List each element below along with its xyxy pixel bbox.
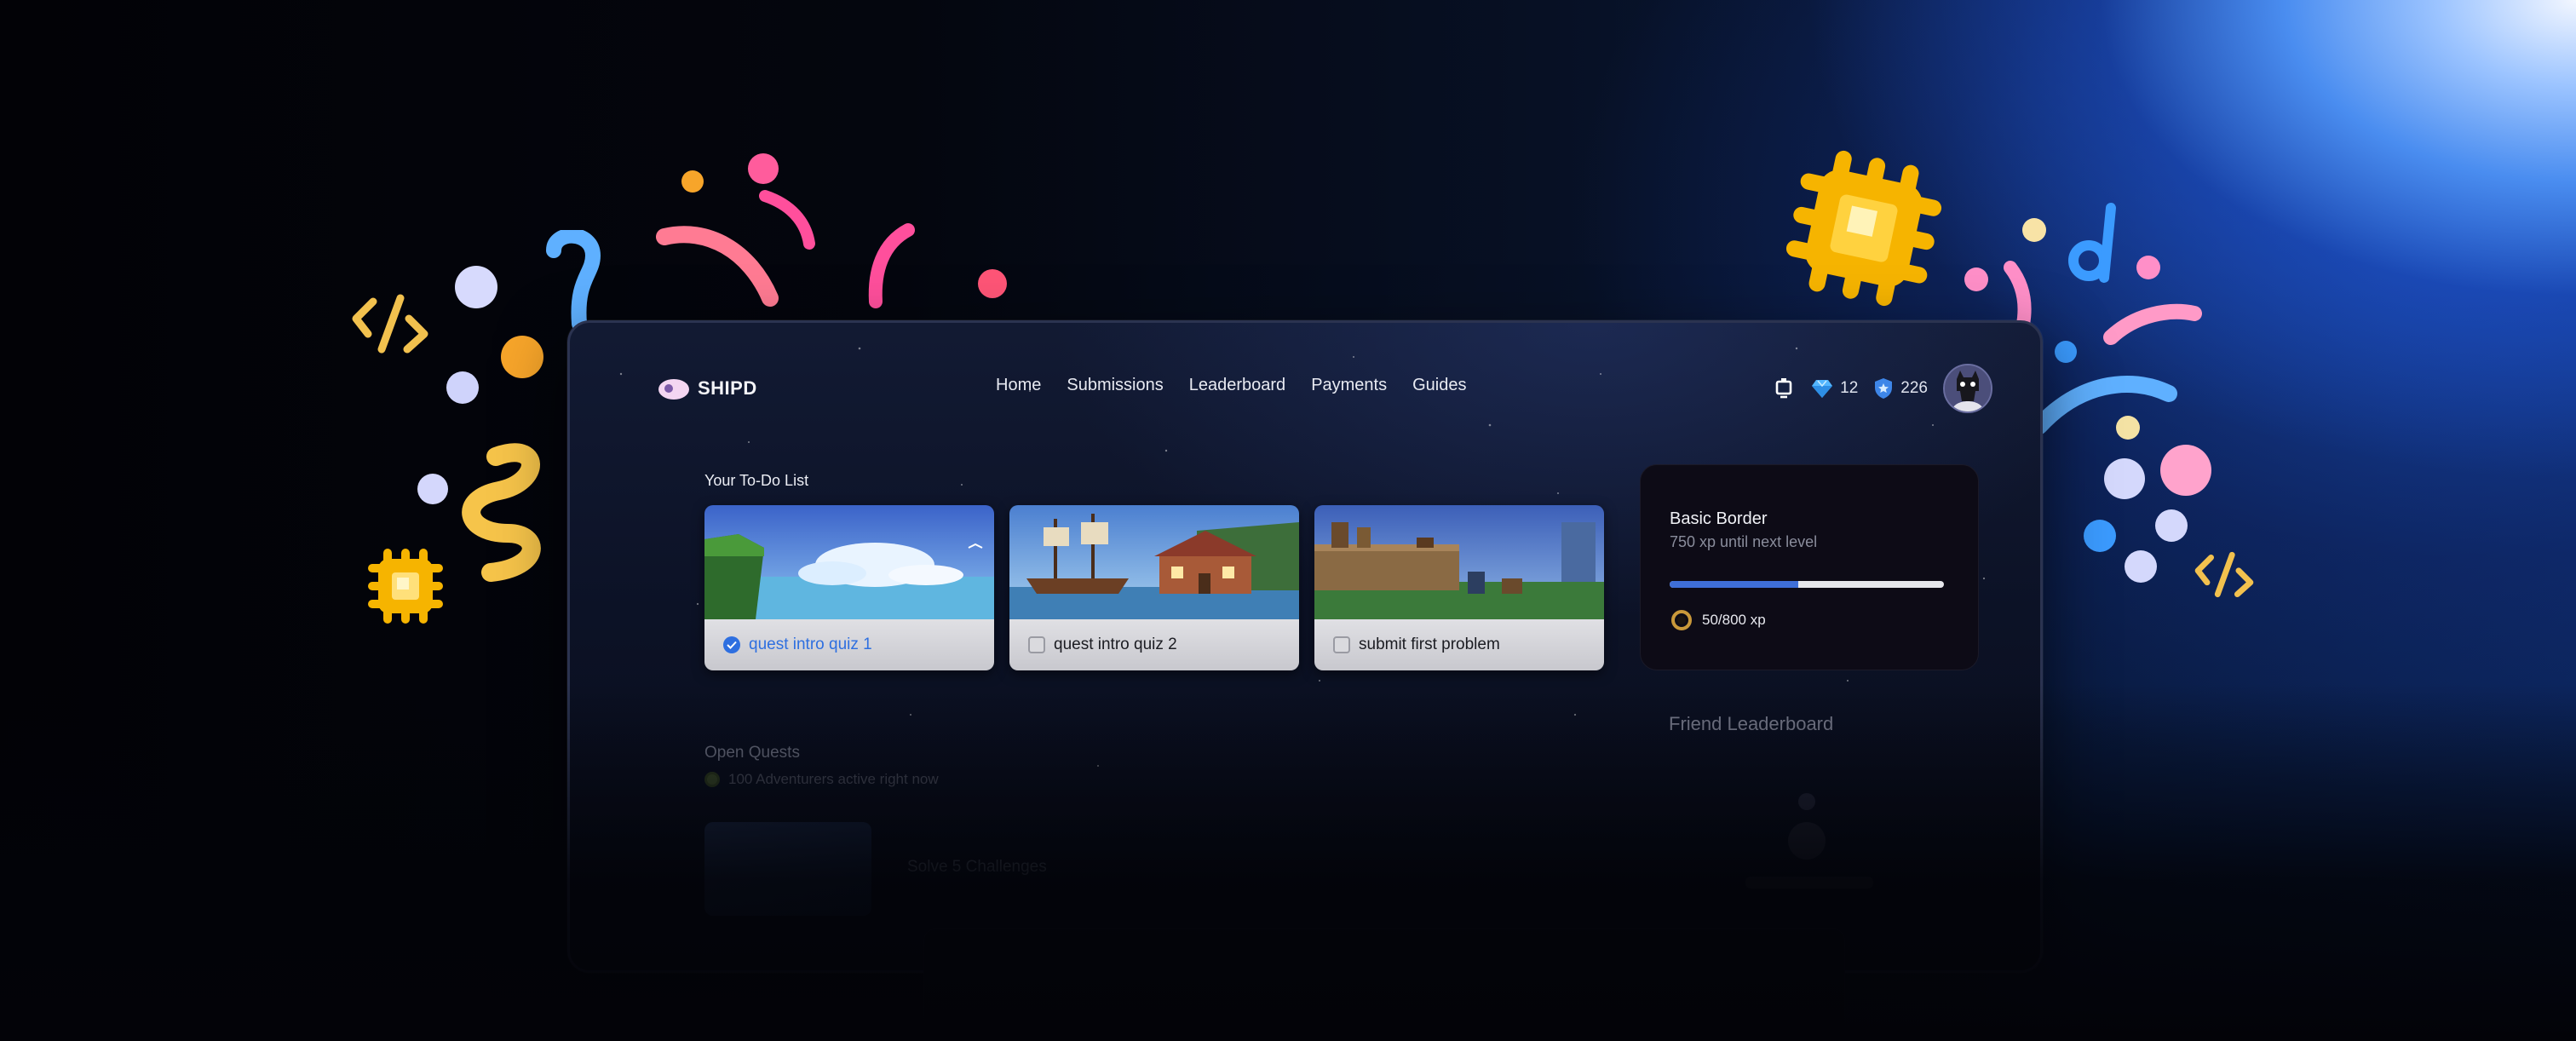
sky-island-art	[704, 505, 994, 619]
todo-list: quest intro quiz 1 quest intro quiz 2 su…	[704, 505, 1604, 670]
active-adventurers: 100 Adventurers active right now	[704, 771, 939, 788]
todo-label: quest intro quiz 1	[749, 636, 872, 653]
confetti-dot	[978, 269, 1007, 298]
confetti-squiggle	[462, 443, 541, 582]
confetti-dot	[2022, 218, 2046, 242]
app-window: SHIPD Home Submissions Leaderboard Payme…	[567, 320, 2043, 973]
xp-readout: 50/800 xp	[1670, 608, 1766, 632]
notification-icon[interactable]	[1772, 377, 1796, 400]
gems-stat[interactable]: 12	[1811, 378, 1858, 399]
confetti-dot	[501, 336, 543, 378]
check-icon[interactable]	[723, 636, 740, 653]
confetti-hook	[546, 230, 601, 331]
code-icon	[352, 294, 428, 354]
friend-name-placeholder	[1745, 877, 1873, 889]
confetti-dot	[446, 371, 479, 404]
gems-count: 12	[1840, 379, 1859, 397]
brand-logo[interactable]: SHIPD	[657, 376, 757, 401]
todo-card[interactable]: submit first problem	[1314, 505, 1604, 670]
active-dot-icon	[704, 772, 720, 787]
xp-progress-fill	[1670, 581, 1799, 588]
dock-art	[1314, 505, 1604, 619]
friend-rank-badge	[1798, 793, 1815, 810]
confetti-dot	[417, 474, 448, 504]
confetti-dot	[2104, 458, 2145, 499]
todo-card[interactable]: quest intro quiz 2	[1009, 505, 1299, 670]
gem-icon	[1812, 380, 1833, 398]
open-quests-title: Open Quests	[704, 744, 800, 762]
shield-icon	[1875, 378, 1893, 399]
todo-card[interactable]: quest intro quiz 1	[704, 505, 994, 670]
friend-avatar[interactable]	[1788, 822, 1826, 860]
todo-label: submit first problem	[1359, 636, 1500, 653]
friend-leaderboard-title: Friend Leaderboard	[1669, 713, 1834, 734]
confetti-arc	[868, 223, 915, 308]
quest-title[interactable]: Solve 5 Challenges	[907, 858, 1047, 877]
confetti-dot	[2125, 550, 2157, 583]
user-avatar[interactable]	[1943, 364, 1992, 413]
confetti-arc	[2103, 303, 2202, 345]
avatar-illustration	[1945, 365, 1991, 411]
confetti-dot	[455, 266, 497, 308]
xp-ring-icon	[1671, 610, 1692, 630]
confetti-dot	[2160, 445, 2211, 496]
nav-home[interactable]: Home	[996, 376, 1041, 395]
confetti-dot	[2084, 520, 2116, 552]
xp-progress-bar	[1670, 581, 1944, 588]
main-menu: Home Submissions Leaderboard Payments Gu…	[996, 376, 1467, 395]
brand-name: SHIPD	[698, 377, 757, 399]
confetti-arc	[759, 190, 815, 250]
chip-icon	[1785, 150, 1942, 307]
todo-title: Your To-Do List	[704, 472, 809, 489]
confetti-dot	[748, 153, 779, 184]
level-subtitle: 750 xp until next level	[1670, 533, 1818, 550]
shield-stat[interactable]: 226	[1873, 377, 1928, 400]
todo-label: quest intro quiz 2	[1054, 636, 1177, 653]
confetti-d	[2068, 203, 2116, 283]
shield-count: 226	[1900, 379, 1928, 397]
confetti-arc	[2031, 376, 2177, 434]
nav-guides[interactable]: Guides	[1412, 376, 1466, 395]
code-icon	[2194, 551, 2254, 598]
confetti-dot	[2136, 256, 2160, 279]
checkbox[interactable]	[1028, 636, 1045, 653]
user-stats: 12 226	[1772, 364, 1992, 413]
top-navbar: SHIPD Home Submissions Leaderboard Payme…	[570, 323, 2040, 425]
confetti-dot	[1964, 267, 1988, 291]
confetti-dot	[681, 170, 704, 193]
active-text: 100 Adventurers active right now	[728, 771, 939, 787]
bottom-panel	[923, 929, 1845, 1032]
quest-thumbnail[interactable]	[704, 822, 871, 916]
confetti-dot	[2155, 509, 2188, 542]
nav-submissions[interactable]: Submissions	[1067, 376, 1163, 395]
xp-text: 50/800 xp	[1702, 612, 1766, 628]
todo-card-footer: quest intro quiz 2	[1009, 619, 1299, 670]
todo-card-footer: quest intro quiz 1	[704, 619, 994, 670]
nav-leaderboard[interactable]: Leaderboard	[1189, 376, 1285, 395]
checkbox[interactable]	[1333, 636, 1350, 653]
chip-icon	[368, 549, 443, 624]
todo-card-footer: submit first problem	[1314, 619, 1604, 670]
level-card: Basic Border 750 xp until next level 50/…	[1640, 464, 1979, 670]
shipd-logo-icon	[658, 379, 689, 400]
nav-payments[interactable]: Payments	[1311, 376, 1387, 395]
harbor-ships-art	[1009, 505, 1299, 619]
level-title: Basic Border	[1670, 509, 1768, 528]
